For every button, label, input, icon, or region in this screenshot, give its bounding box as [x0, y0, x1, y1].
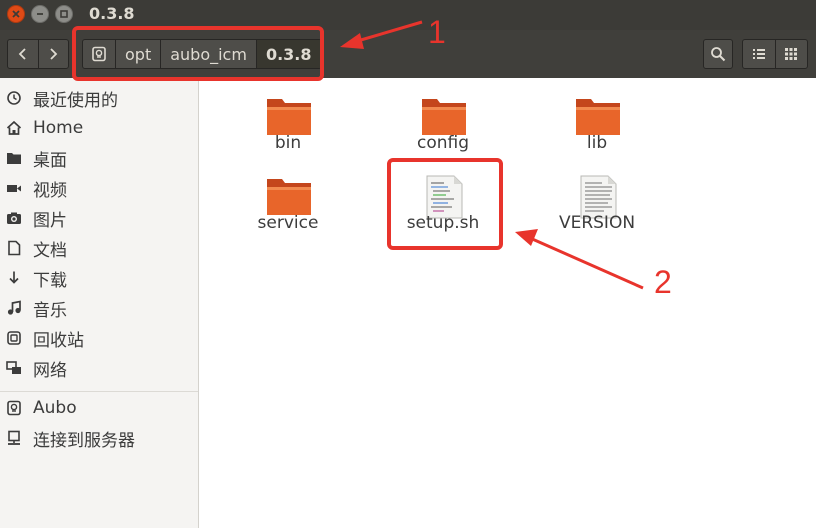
minimize-window-button[interactable]: [31, 5, 49, 23]
sidebar-item-label: Home: [33, 118, 84, 138]
grid-view-icon: [785, 48, 797, 60]
sidebar-item-label: Aubo: [33, 398, 77, 418]
file-name: VERSION: [558, 213, 636, 233]
sidebar-item-desktop[interactable]: 桌面: [0, 143, 198, 173]
file-item-version[interactable]: VERSION: [537, 158, 657, 238]
list-view-icon: [753, 49, 765, 59]
sidebar-item-label: 最近使用的: [33, 90, 118, 111]
trash-icon: [6, 330, 22, 346]
sidebar-item-label: 下载: [33, 270, 67, 291]
maximize-window-button[interactable]: [55, 5, 73, 23]
sidebar-item-label: 视频: [33, 180, 67, 201]
document-icon: [6, 240, 22, 256]
sidebar-item-network[interactable]: 网络: [0, 353, 198, 383]
forward-button[interactable]: [38, 40, 68, 68]
chevron-right-icon: [50, 48, 58, 60]
sidebar-item-documents[interactable]: 文档: [0, 233, 198, 263]
grid-view-button[interactable]: [775, 40, 807, 68]
sidebar-item-label: 桌面: [33, 150, 67, 171]
file-name: lib: [586, 133, 608, 153]
sidebar-item-label: 网络: [33, 360, 67, 381]
annotation-box-path: [72, 26, 324, 81]
file-view: bin config lib service setup.sh VERSION: [200, 78, 816, 528]
folder-icon: [6, 150, 22, 166]
minimize-icon: [37, 13, 43, 15]
annotation-box-setup: [387, 158, 503, 250]
clock-icon: [6, 90, 22, 106]
sidebar-item-label: 文档: [33, 240, 67, 261]
search-button[interactable]: [703, 39, 733, 69]
sidebar-item-label: 回收站: [33, 330, 84, 351]
sidebar-item-trash[interactable]: 回收站: [0, 323, 198, 353]
file-name: bin: [274, 133, 302, 153]
sidebar-item-downloads[interactable]: 下载: [0, 263, 198, 293]
search-icon: [711, 47, 726, 62]
close-window-button[interactable]: [7, 5, 25, 23]
sidebar-item-recent[interactable]: 最近使用的: [0, 83, 198, 113]
sidebar-item-music[interactable]: 音乐: [0, 293, 198, 323]
sidebar-item-aubo[interactable]: Aubo: [0, 393, 198, 423]
places-sidebar: 最近使用的 Home 桌面 视频 图片 文档 下载 音乐 回收站 网络 Aubo…: [0, 78, 199, 528]
file-name: config: [416, 133, 470, 153]
history-nav: [7, 39, 69, 69]
sidebar-item-label: 图片: [33, 210, 67, 231]
network-icon: [6, 360, 22, 376]
sidebar-item-label: 连接到服务器: [33, 430, 135, 451]
maximize-icon: [60, 10, 68, 18]
home-icon: [6, 120, 22, 136]
sidebar-item-pictures[interactable]: 图片: [0, 203, 198, 233]
annotation-number-2: 2: [654, 264, 672, 300]
sidebar-item-connect-server[interactable]: 连接到服务器: [0, 423, 198, 453]
server-icon: [6, 430, 22, 446]
file-item-service[interactable]: service: [228, 158, 348, 238]
drive-icon: [6, 400, 22, 416]
back-button[interactable]: [8, 40, 39, 68]
chevron-left-icon: [18, 48, 26, 60]
file-name: service: [257, 213, 319, 233]
window-title: 0.3.8: [89, 4, 135, 23]
list-view-button[interactable]: [743, 40, 776, 68]
sidebar-item-home[interactable]: Home: [0, 113, 198, 143]
sidebar-separator: [0, 391, 198, 392]
annotation-number-1: 1: [428, 14, 446, 50]
sidebar-item-label: 音乐: [33, 300, 67, 321]
file-item-config[interactable]: config: [383, 78, 503, 158]
close-icon: [12, 10, 20, 18]
video-icon: [6, 180, 22, 196]
download-icon: [6, 270, 22, 286]
view-toggle: [742, 39, 808, 69]
file-item-lib[interactable]: lib: [537, 78, 657, 158]
music-icon: [6, 300, 22, 316]
camera-icon: [6, 210, 22, 226]
file-item-bin[interactable]: bin: [228, 78, 348, 158]
sidebar-item-videos[interactable]: 视频: [0, 173, 198, 203]
